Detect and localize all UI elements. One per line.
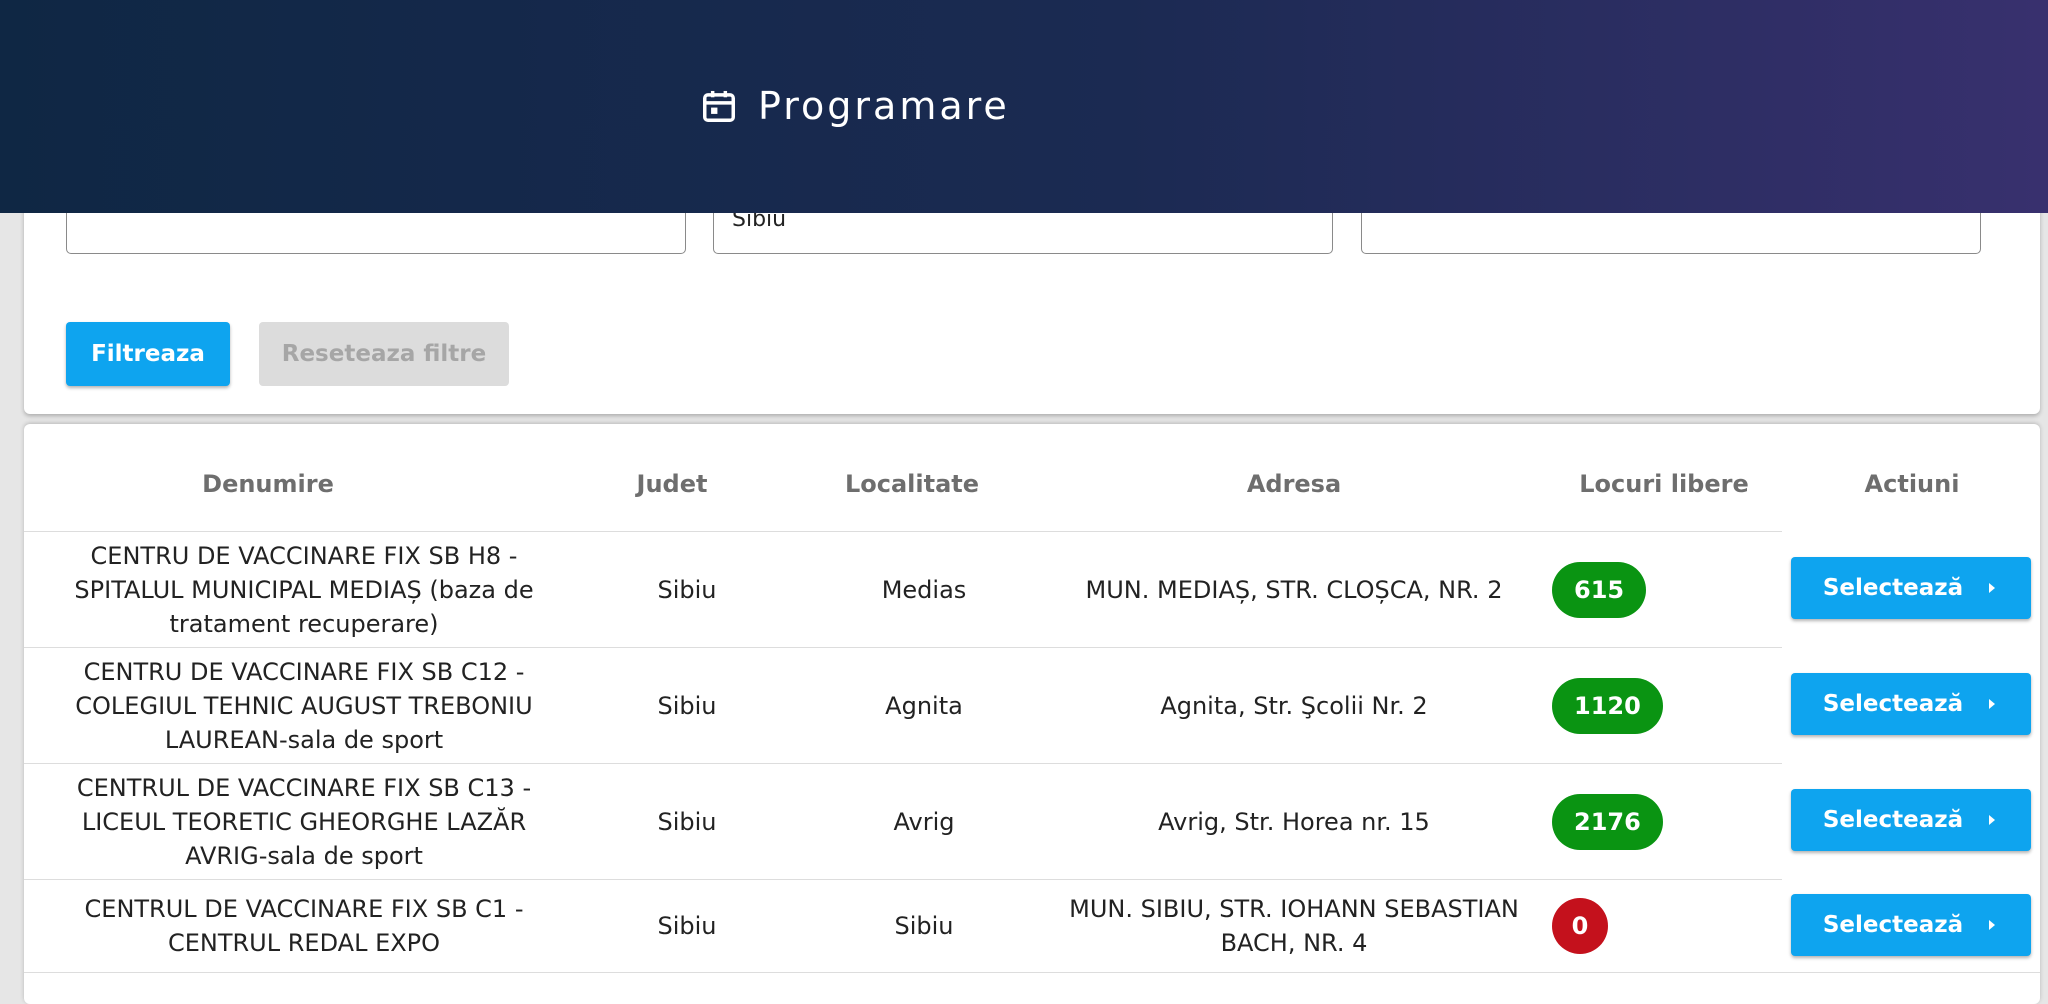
table-row: CENTRUL DE VACCINARE FIX SB C13 - LICEUL… [24,764,2040,879]
column-header-county: Judet [636,470,708,498]
column-header-city: Localitate [844,470,980,498]
center-county: Sibiu [657,912,717,940]
calendar-icon [703,90,735,122]
center-city: Avrig [893,807,955,836]
free-places-badge: 2176 [1552,793,1663,850]
row-divider [24,972,2040,973]
header-title: Programare [700,84,1010,128]
center-name: CENTRUL DE VACCINARE FIX SB C13 - LICEUL… [76,773,532,870]
select-center-button[interactable]: Selectează [1791,673,2031,735]
center-address: Avrig, Str. Horea nr. 15 [1158,807,1430,836]
center-name: CENTRUL DE VACCINARE FIX SB C1 - CENTRUL… [84,895,524,957]
app-header: Programare [0,0,2048,213]
chevron-right-icon [1989,583,1996,593]
column-header-name: Denumire [202,470,334,498]
table-row: CENTRU DE VACCINARE FIX SB H8 - SPITALUL… [24,532,2040,647]
reset-filters-button[interactable]: Reseteaza filtre [259,322,509,386]
page-title: Programare [758,84,1010,128]
center-county: Sibiu [657,575,717,604]
select-center-button[interactable]: Selectează [1791,789,2031,851]
table-row: CENTRUL DE VACCINARE FIX SB C1 - CENTRUL… [24,880,2040,972]
center-name: CENTRU DE VACCINARE FIX SB C12 - COLEGIU… [75,657,533,754]
center-city: Sibiu [894,912,954,940]
center-address: MUN. SIBIU, STR. IOHANN SEBASTIAN BACH, … [1069,895,1519,957]
table-row: CENTRU DE VACCINARE FIX SB C12 - COLEGIU… [24,648,2040,763]
centers-table: Denumire Judet Localitate Adresa Locuri … [24,424,2040,1004]
center-name: CENTRU DE VACCINARE FIX SB H8 - SPITALUL… [74,541,534,638]
center-county: Sibiu [657,807,717,836]
chevron-right-icon [1989,699,1996,709]
column-header-actions: Actiuni [1864,470,1960,498]
free-places-badge: 1120 [1552,677,1663,734]
column-header-address: Adresa [1246,470,1342,498]
chevron-right-icon [1989,920,1996,930]
center-city: Medias [881,575,967,604]
select-center-button[interactable]: Selectează [1791,557,2031,619]
select-center-button[interactable]: Selectează [1791,894,2031,956]
center-address: Agnita, Str. Şcolii Nr. 2 [1160,691,1428,720]
center-address: MUN. MEDIAȘ, STR. CLOȘCA, NR. 2 [1085,575,1503,604]
free-places-badge: 0 [1552,898,1608,954]
column-header-free-places: Locuri libere [1579,470,1749,498]
chevron-right-icon [1989,815,1996,825]
center-county: Sibiu [657,691,717,720]
filter-button[interactable]: Filtreaza [66,322,230,386]
center-city: Agnita [885,691,963,720]
free-places-badge: 615 [1552,561,1647,618]
